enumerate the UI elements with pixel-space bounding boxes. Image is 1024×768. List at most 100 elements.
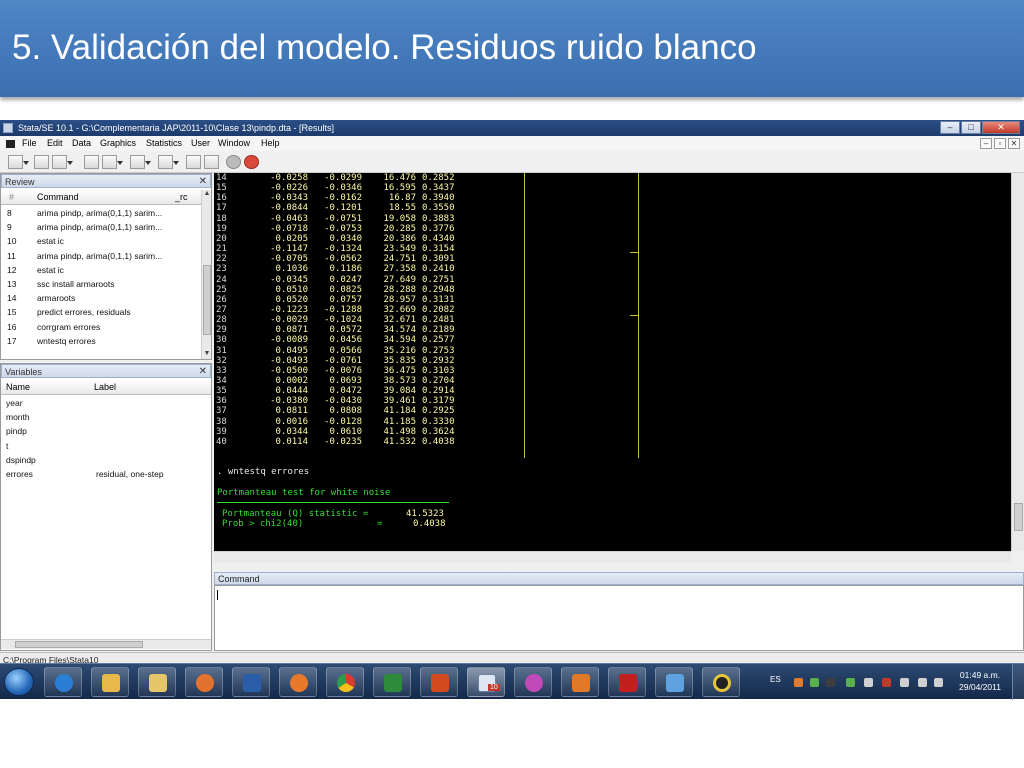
- variables-hscrollbar[interactable]: [1, 639, 211, 649]
- results-scroll-thumb[interactable]: [1014, 503, 1023, 531]
- window-titlebar[interactable]: Stata/SE 10.1 - G:\Complementaria JAP\20…: [0, 120, 1024, 136]
- minimize-button[interactable]: –: [940, 121, 960, 134]
- variables-close-icon[interactable]: ✕: [199, 365, 207, 379]
- menu-statistics[interactable]: Statistics: [146, 136, 182, 151]
- outlook-icon[interactable]: [91, 667, 129, 697]
- media-player-icon[interactable]: [185, 667, 223, 697]
- review-col-rc[interactable]: _rc: [175, 190, 188, 205]
- excel-icon[interactable]: [373, 667, 411, 697]
- review-row[interactable]: 12 estat ic: [1, 263, 201, 277]
- corrgram-p: 0.4038: [422, 436, 455, 447]
- network-signal-icon[interactable]: [918, 678, 927, 687]
- tray-app-icon[interactable]: [846, 678, 855, 687]
- viewer-icon[interactable]: [102, 155, 123, 169]
- variable-row[interactable]: errores residual, one-step: [1, 467, 211, 481]
- open-icon[interactable]: [8, 155, 29, 169]
- language-indicator[interactable]: ES: [770, 675, 781, 684]
- menu-window[interactable]: Window: [218, 136, 250, 151]
- menu-graphics[interactable]: Graphics: [100, 136, 136, 151]
- review-row[interactable]: 8 arima pindp, arima(0,1,1) sarim...: [1, 206, 201, 220]
- tray-app-icon[interactable]: [864, 678, 873, 687]
- log-icon[interactable]: [84, 155, 99, 169]
- print-icon[interactable]: [52, 155, 73, 169]
- results-scrollbar[interactable]: [1011, 173, 1024, 551]
- variable-row[interactable]: pindp: [1, 424, 211, 438]
- corrgram-ac: -0.1223: [270, 304, 308, 315]
- review-row[interactable]: 15 predict errores, residuals: [1, 305, 201, 319]
- tray-app-icon[interactable]: [882, 678, 891, 687]
- variable-row[interactable]: t: [1, 439, 211, 453]
- menu-file[interactable]: File: [22, 136, 37, 151]
- scroll-up-icon[interactable]: ▲: [203, 190, 211, 198]
- review-col-hash[interactable]: #: [9, 190, 14, 205]
- review-row[interactable]: 10 estat ic: [1, 234, 201, 248]
- document-system-icon[interactable]: [6, 140, 15, 148]
- stat-value: 41.5323: [406, 509, 444, 519]
- menu-data[interactable]: Data: [72, 136, 91, 151]
- variable-row[interactable]: month: [1, 410, 211, 424]
- menu-edit[interactable]: Edit: [47, 136, 63, 151]
- data-browser-icon[interactable]: [204, 155, 219, 169]
- save-icon[interactable]: [34, 155, 49, 169]
- acrobat-icon[interactable]: [608, 667, 646, 697]
- review-scroll-thumb[interactable]: [203, 265, 211, 335]
- matlab-icon[interactable]: [561, 667, 599, 697]
- clock[interactable]: 01:49 a.m. 29/04/2011: [950, 669, 1010, 693]
- variable-row[interactable]: year: [1, 396, 211, 410]
- do-file-editor-icon[interactable]: [158, 155, 179, 169]
- variable-row[interactable]: dspindp: [1, 453, 211, 467]
- tray-app-icon[interactable]: [794, 678, 803, 687]
- chrome-icon[interactable]: [326, 667, 364, 697]
- variables-col-label[interactable]: Label: [94, 380, 116, 395]
- prob-label: Prob > chi2(40): [222, 519, 304, 529]
- results-hscrollbar[interactable]: [214, 551, 1011, 563]
- review-row-number: 10: [7, 236, 17, 247]
- start-button[interactable]: [4, 668, 34, 696]
- stop-icon[interactable]: [244, 155, 259, 169]
- review-row[interactable]: 9 arima pindp, arima(0,1,1) sarim...: [1, 220, 201, 234]
- variables-col-name[interactable]: Name: [6, 380, 30, 395]
- review-row[interactable]: 14 armaroots: [1, 291, 201, 305]
- close-button[interactable]: ✕: [982, 121, 1020, 134]
- review-row[interactable]: 11 arima pindp, arima(0,1,1) sarim...: [1, 249, 201, 263]
- corrgram-q: 34.594: [383, 335, 416, 346]
- corrgram-ac: -0.0380: [270, 396, 308, 407]
- menu-help[interactable]: Help: [261, 136, 280, 151]
- variables-hscroll-thumb[interactable]: [15, 641, 143, 648]
- paint-icon[interactable]: [655, 667, 693, 697]
- show-desktop-button[interactable]: [1012, 664, 1024, 700]
- graph-icon[interactable]: [130, 155, 151, 169]
- corrgram-ac: -0.0463: [270, 213, 308, 224]
- firefox-icon[interactable]: [279, 667, 317, 697]
- review-row[interactable]: 13 ssc install armaroots: [1, 277, 201, 291]
- data-editor-icon[interactable]: [186, 155, 201, 169]
- volume-icon[interactable]: [934, 678, 943, 687]
- command-input[interactable]: [214, 585, 1024, 651]
- review-scrollbar[interactable]: ▲ ▼: [201, 190, 211, 359]
- powerpoint-icon[interactable]: [420, 667, 458, 697]
- stata-icon[interactable]: 10: [467, 667, 505, 697]
- mdi-close-button[interactable]: ✕: [1008, 138, 1020, 149]
- network-icon[interactable]: [514, 667, 552, 697]
- tray-app-icon[interactable]: [826, 678, 835, 687]
- file-explorer-icon[interactable]: [138, 667, 176, 697]
- corrgram-q: 39.461: [383, 396, 416, 407]
- webcam-icon[interactable]: [702, 667, 740, 697]
- tray-app-icon[interactable]: [900, 678, 909, 687]
- scroll-down-icon[interactable]: ▼: [203, 350, 211, 358]
- break-icon[interactable]: [226, 155, 241, 169]
- mdi-minimize-button[interactable]: –: [980, 138, 992, 149]
- review-row[interactable]: 16 corrgram errores: [1, 320, 201, 334]
- portmanteau-stat-row: Portmanteau (Q) statistic = 41.5323: [214, 509, 634, 519]
- review-close-icon[interactable]: ✕: [199, 175, 207, 189]
- variables-column-header: Name Label: [1, 380, 211, 395]
- review-col-command[interactable]: Command: [37, 190, 79, 205]
- corrgram-lag: 25: [216, 284, 227, 295]
- internet-explorer-icon[interactable]: [44, 667, 82, 697]
- mdi-restore-button[interactable]: ▫: [994, 138, 1006, 149]
- tray-app-icon[interactable]: [810, 678, 819, 687]
- review-row[interactable]: 17 wntestq errores: [1, 334, 201, 348]
- menu-user[interactable]: User: [191, 136, 210, 151]
- restore-button[interactable]: □: [961, 121, 981, 134]
- word-icon[interactable]: [232, 667, 270, 697]
